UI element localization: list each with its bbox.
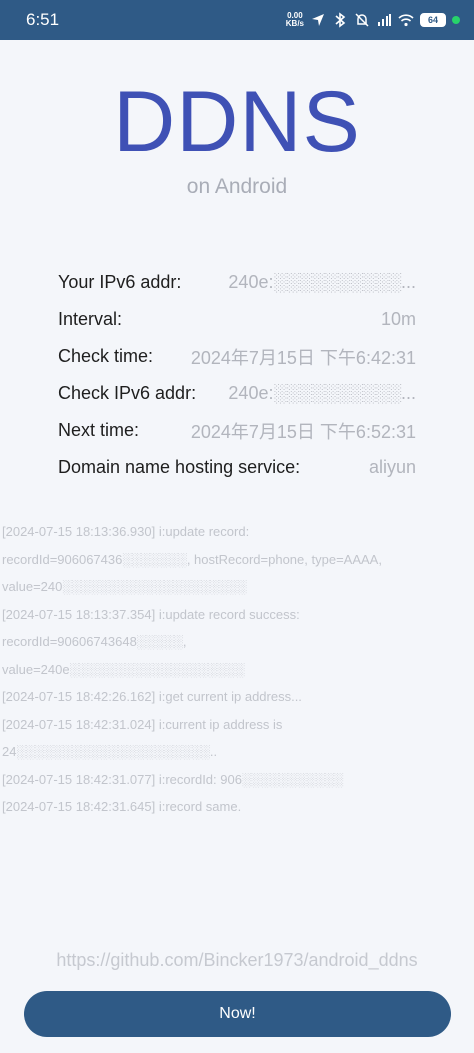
check-ipv6-row: Check IPv6 addr: 240e:░░░░░░░░░░... [58,375,416,412]
log-line: 24░░░░░░░░░░░░░░░░░░░░░.. [2,744,218,759]
signal-hd-icon [378,14,391,26]
bluetooth-icon [335,12,346,28]
net-speed: 0.00 KB/s [286,12,304,28]
app-subtitle: on Android [186,175,288,198]
log-line: [2024-07-15 18:13:37.354] i:update recor… [2,606,300,622]
status-dot [452,16,460,24]
log-line: [2024-07-15 18:13:36.930] i:update recor… [2,524,250,539]
now-button[interactable]: Now! [24,991,451,1037]
check-time-row: Check time: 2024年7月15日 下午6:42:31 [58,338,416,375]
status-bar: 6:51 0.00 KB/s 64 [0,0,474,40]
log-line: [2024-07-15 18:42:31.024] i:current ip a… [2,716,283,732]
github-link[interactable]: https://github.com/Bincker1973/android_d… [0,950,474,971]
hosting-service-row: Domain name hosting service: aliyun [58,449,416,486]
wifi-icon [398,14,414,27]
next-time-row: Next time: 2024年7月15日 下午6:52:31 [58,412,416,449]
ipv6-addr-value: 240e:░░░░░░░░░░... [228,272,416,292]
hosting-service-value: aliyun [368,457,416,477]
log-line: value=240e░░░░░░░░░░░░░░░░░░░ [2,661,245,677]
navigation-icon [312,14,324,26]
interval-row: Interval: 10m [58,301,416,338]
net-speed-unit: KB/s [285,19,304,28]
status-icons: 0.00 KB/s 64 [286,12,460,28]
log-line: [2024-07-15 18:42:31.645] i:record same. [2,799,242,814]
app-title: DDNS [113,74,361,170]
log-line: [2024-07-15 18:42:31.077] i:recordId: 90… [2,771,344,787]
check-time-value: 2024年7月15日 下午6:42:31 [190,347,416,368]
interval-label: Interval: [58,309,123,329]
check-time-label: Check time: [58,346,154,366]
mute-icon [355,13,369,27]
log-line: recordId=906067436░░░░░░░, hostRecord=ph… [2,551,382,567]
status-time: 6:51 [26,10,60,29]
check-ipv6-value: 240e:░░░░░░░░░░... [228,383,416,403]
log-output: [2024-07-15 18:13:36.930] i:update recor… [2,518,472,821]
interval-value: 10m [380,309,416,329]
hosting-service-label: Domain name hosting service: [58,457,301,477]
info-panel: Your IPv6 addr: 240e:░░░░░░░░░░... Inter… [58,264,416,486]
ipv6-addr-row: Your IPv6 addr: 240e:░░░░░░░░░░... [58,264,416,301]
log-line: value=240░░░░░░░░░░░░░░░░░░░░ [2,579,247,594]
next-time-label: Next time: [58,420,140,440]
log-line: [2024-07-15 18:42:26.162] i:get current … [2,689,302,704]
log-line: recordId=90606743648░░░░░, [2,634,187,649]
ipv6-addr-label: Your IPv6 addr: [58,272,182,292]
next-time-value: 2024年7月15日 下午6:52:31 [190,421,416,442]
check-ipv6-label: Check IPv6 addr: [58,383,197,403]
battery-icon: 64 [420,13,446,27]
